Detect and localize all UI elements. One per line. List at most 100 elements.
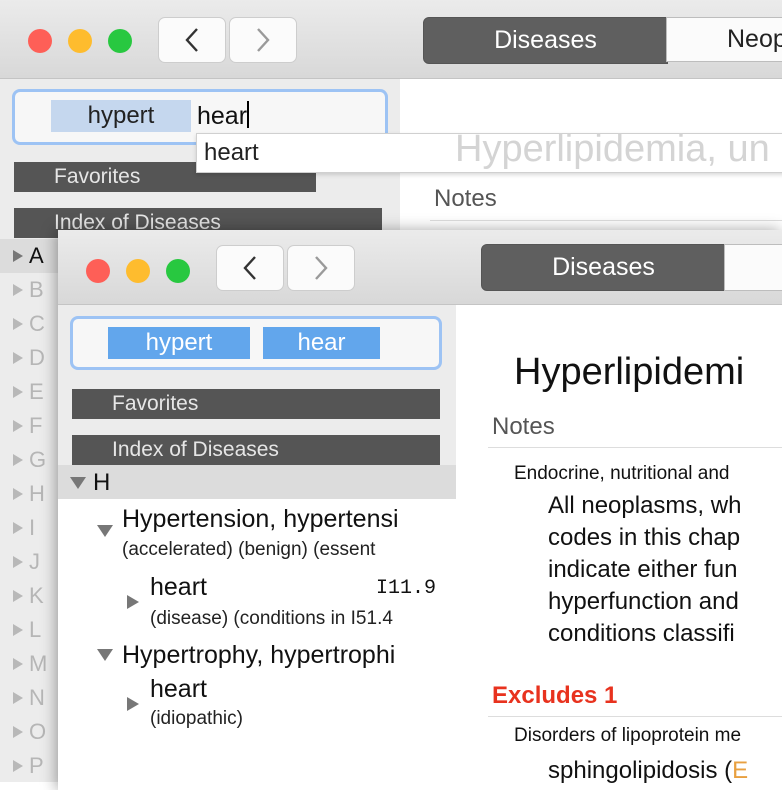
letter-row[interactable]: K [0,579,58,613]
search-field[interactable]: hypert hear [70,316,442,370]
tree-entry-modifiers: (accelerated) (benign) (essent [122,539,376,560]
tab-neoplasms[interactable]: Neop [666,17,782,62]
back-button[interactable] [158,17,226,63]
minimize-button[interactable] [68,29,92,53]
tree-child[interactable]: heart I11.9 (disease) (conditions in I51… [58,569,456,635]
note-line: All neoplasms, wh [548,492,742,519]
forward-button[interactable] [287,245,355,291]
letter-row[interactable]: C [0,307,58,341]
front-sidebar: hypert hear Favorites Index of Diseases … [58,305,456,790]
letter-label: P [29,753,44,778]
tab-next[interactable] [724,244,782,291]
excludes-label: Excludes 1 [492,682,618,709]
close-button[interactable] [86,259,110,283]
tree-child-modifiers: (disease) (conditions in I51.4 [150,608,393,629]
tab-diseases[interactable]: Diseases [481,244,726,291]
tree-view: H Hypertension, hypertensi (accelerated)… [58,465,456,790]
disclosure-triangle-icon[interactable] [127,697,139,711]
disclosure-triangle-icon[interactable] [13,692,23,704]
minimize-button[interactable] [126,259,150,283]
tree-child[interactable]: heart (idiopathic) [58,673,456,739]
letter-label: B [29,277,44,302]
disclosure-triangle-icon[interactable] [97,525,113,537]
chevron-right-icon [257,28,270,52]
back-detail-title: Hyperlipidemia, un [455,128,770,170]
disclosure-triangle-icon[interactable] [13,454,23,466]
letter-row[interactable]: J [0,545,58,579]
index-header[interactable]: Index of Diseases [72,435,440,465]
letter-label: O [29,719,47,744]
letter-label: L [29,617,42,642]
letter-row[interactable]: G [0,443,58,477]
search-input[interactable]: hear [197,101,250,131]
tree-entry-term: Hypertension, hypertensi [122,505,399,533]
note-line: conditions classifi [548,620,735,647]
excludes-item-code[interactable]: E [732,757,748,784]
zoom-button[interactable] [108,29,132,53]
disclosure-triangle-icon[interactable] [13,658,23,670]
note-header: Endocrine, nutritional and [514,463,730,484]
search-token-hypert[interactable]: hypert [108,327,250,359]
letter-row[interactable]: N [0,681,58,715]
note-line: codes in this chap [548,524,741,551]
disclosure-triangle-icon[interactable] [13,318,23,330]
search-token-hear[interactable]: hear [263,327,380,359]
close-button[interactable] [28,29,52,53]
disclosure-triangle-icon[interactable] [13,760,23,772]
letter-row[interactable]: A [0,239,58,273]
tree-child-term: heart [150,675,207,703]
back-titlebar: Diseases Neop [0,0,782,79]
tree-group-h[interactable]: H [58,465,456,499]
letter-row[interactable]: E [0,375,58,409]
disclosure-triangle-icon[interactable] [13,624,23,636]
letter-row[interactable]: B [0,273,58,307]
tab-diseases[interactable]: Diseases [423,17,668,64]
text-cursor [247,101,250,128]
disclosure-triangle-icon[interactable] [13,352,23,364]
suggestion-text: heart [204,139,259,166]
disclosure-triangle-icon[interactable] [13,386,23,398]
favorites-header[interactable]: Favorites [72,389,440,419]
letter-row[interactable]: O [0,715,58,749]
chevron-left-icon [185,28,198,52]
favorites-label: Favorites [112,392,199,415]
chevron-left-icon [243,256,256,280]
note-line: indicate either fun [548,556,738,583]
letter-row[interactable]: D [0,341,58,375]
excludes-item: sphingolipidosis (E [548,757,748,785]
disclosure-triangle-icon[interactable] [13,726,23,738]
chevron-right-icon [315,256,328,280]
letter-label: A [29,243,44,268]
letter-row[interactable]: P [0,749,58,782]
zoom-button[interactable] [166,259,190,283]
favorites-label: Favorites [54,165,141,188]
detail-pane: Hyperlipidemi Notes Endocrine, nutrition… [474,305,782,790]
letter-row[interactable]: F [0,409,58,443]
search-typed-text: hear [197,102,248,130]
disclosure-triangle-icon[interactable] [97,649,113,661]
disclosure-triangle-icon[interactable] [13,284,23,296]
disclosure-triangle-icon[interactable] [13,420,23,432]
tree-letter: H [93,469,111,496]
tree-child-code: I11.9 [376,577,437,600]
search-token[interactable]: hypert [51,100,191,132]
letter-row[interactable]: I [0,511,58,545]
disclosure-triangle-icon[interactable] [127,595,139,609]
tree-child-term: heart [150,573,207,601]
letter-label: K [29,583,44,608]
disclosure-triangle-icon[interactable] [13,522,23,534]
tree-entry[interactable]: Hypertension, hypertensi (accelerated) (… [58,501,456,569]
disclosure-triangle-icon[interactable] [70,477,86,489]
tree-entry[interactable]: Hypertrophy, hypertrophi [58,637,456,673]
disclosure-triangle-icon[interactable] [13,250,23,262]
forward-button[interactable] [229,17,297,63]
letter-row[interactable]: H [0,477,58,511]
letter-row[interactable]: L [0,613,58,647]
disclosure-triangle-icon[interactable] [13,556,23,568]
letter-row[interactable]: M [0,647,58,681]
letter-label: F [29,413,43,438]
disclosure-triangle-icon[interactable] [13,488,23,500]
disclosure-triangle-icon[interactable] [13,590,23,602]
back-button[interactable] [216,245,284,291]
front-titlebar: Diseases [58,230,782,305]
